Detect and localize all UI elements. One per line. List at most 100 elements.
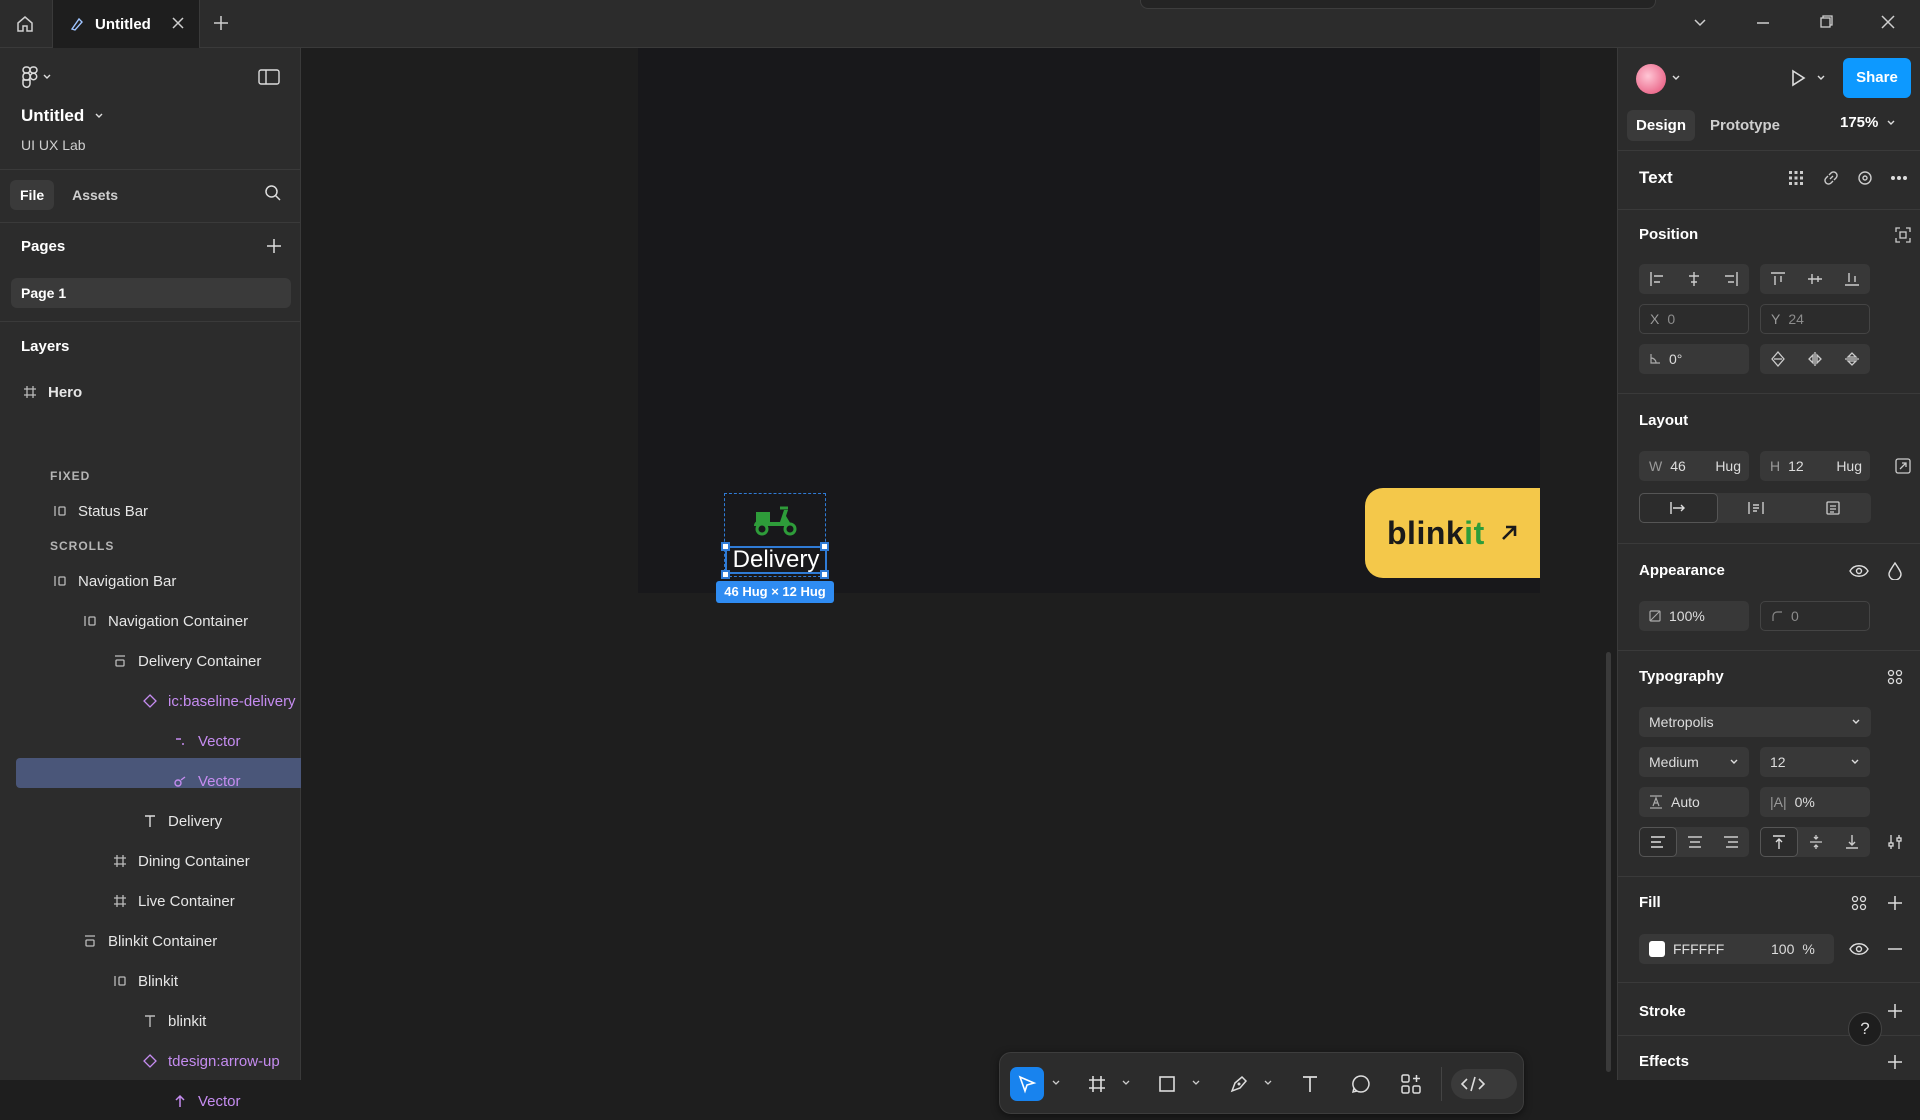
help-button[interactable]: ? [1848, 1012, 1882, 1046]
rotate-icon[interactable] [1760, 344, 1797, 374]
text-valign-top-icon[interactable] [1760, 827, 1798, 857]
dev-mode-icon[interactable] [1460, 1075, 1486, 1093]
layer-row[interactable]: Navigation Container [82, 602, 248, 640]
constraints-icon[interactable] [1888, 220, 1918, 250]
chevron-down-icon[interactable] [1816, 74, 1826, 82]
avatar[interactable] [1636, 64, 1666, 94]
chevron-down-icon[interactable] [1122, 1080, 1130, 1086]
fill-field[interactable]: FFFFFF 100 % [1639, 934, 1834, 964]
font-size-select[interactable]: 12 [1760, 747, 1870, 777]
text-align-right-icon[interactable] [1713, 827, 1749, 857]
plus-icon[interactable] [212, 14, 230, 32]
chevron-down-icon[interactable] [1192, 1080, 1200, 1086]
move-tool-icon[interactable] [1010, 1067, 1044, 1101]
resize-handle[interactable] [820, 542, 829, 551]
restore-icon[interactable] [1818, 14, 1834, 30]
resize-to-fit-icon[interactable] [1888, 451, 1918, 481]
file-tab[interactable]: Untitled [52, 0, 200, 48]
zoom-control[interactable]: 175% [1840, 114, 1896, 131]
align-top-icon[interactable] [1760, 264, 1797, 294]
layer-row[interactable]: Dining Container [112, 842, 250, 880]
flip-horizontal-icon[interactable] [1797, 344, 1834, 374]
align-bottom-icon[interactable] [1833, 264, 1870, 294]
page-item[interactable]: Page 1 [11, 278, 291, 308]
home-icon[interactable] [12, 12, 38, 36]
more-icon[interactable] [1884, 163, 1914, 193]
layer-row[interactable]: Blinkit Container [82, 922, 217, 960]
letter-spacing-field[interactable]: |A| 0% [1760, 787, 1870, 817]
scooter-icon[interactable] [752, 502, 800, 536]
layer-row-selected[interactable]: Delivery [142, 802, 222, 840]
fill-swatch[interactable] [1649, 941, 1665, 957]
team-name[interactable]: UI UX Lab [21, 137, 86, 153]
share-button[interactable]: Share [1843, 58, 1911, 98]
resize-handle[interactable] [820, 570, 829, 579]
auto-width-icon[interactable] [1639, 493, 1718, 523]
tab-file[interactable]: File [10, 180, 55, 210]
add-page-icon[interactable] [266, 238, 282, 254]
text-styles-icon[interactable] [1880, 662, 1910, 692]
chevron-down-icon[interactable] [1671, 74, 1681, 82]
rotation-field[interactable]: 0° [1639, 344, 1749, 374]
eye-icon[interactable] [1844, 934, 1874, 964]
text-tool-icon[interactable] [1293, 1067, 1327, 1101]
minimize-icon[interactable] [1755, 14, 1771, 30]
w-mode[interactable]: Hug [1715, 458, 1741, 474]
file-name[interactable]: Untitled [21, 106, 104, 126]
text-align-center-icon[interactable] [1677, 827, 1713, 857]
tab-design[interactable]: Design [1627, 110, 1696, 141]
pen-tool-icon[interactable] [1222, 1067, 1256, 1101]
add-effect-icon[interactable] [1880, 1047, 1910, 1077]
align-left-icon[interactable] [1639, 264, 1676, 294]
layer-row[interactable]: Vector [172, 722, 241, 760]
align-right-icon[interactable] [1712, 264, 1749, 294]
close-icon[interactable] [171, 16, 185, 30]
remove-fill-icon[interactable] [1880, 934, 1910, 964]
eye-icon[interactable] [1844, 556, 1874, 586]
fill-opacity-value[interactable]: 100 [1771, 941, 1794, 957]
fill-hex-value[interactable]: FFFFFF [1673, 941, 1763, 957]
font-family-select[interactable]: Metropolis [1639, 707, 1871, 737]
blend-mode-icon[interactable] [1880, 556, 1910, 586]
y-field[interactable]: Y 24 [1760, 304, 1870, 334]
width-field[interactable]: W 46 Hug [1639, 451, 1749, 481]
layer-row[interactable]: Hero [22, 373, 82, 411]
rectangle-tool-icon[interactable] [1150, 1067, 1184, 1101]
layer-row[interactable]: Navigation Bar [52, 562, 176, 600]
resize-handle[interactable] [721, 570, 730, 579]
layer-row[interactable]: Blinkit [112, 962, 178, 1000]
h-mode[interactable]: Hug [1836, 458, 1862, 474]
layer-row[interactable]: Vector [172, 1082, 241, 1120]
line-height-field[interactable]: Auto [1639, 787, 1749, 817]
add-fill-icon[interactable] [1880, 888, 1910, 918]
blinkit-button[interactable]: blinkit [1365, 488, 1540, 578]
actions-icon[interactable] [1394, 1067, 1428, 1101]
window-close-icon[interactable] [1880, 14, 1896, 30]
sidebar-toggle-icon[interactable] [258, 68, 280, 86]
title-search-bar[interactable] [1140, 0, 1656, 9]
color-styles-icon[interactable] [1844, 888, 1874, 918]
resize-handle[interactable] [721, 542, 730, 551]
link-icon[interactable] [1816, 163, 1846, 193]
style-icon[interactable] [1850, 163, 1880, 193]
font-weight-select[interactable]: Medium [1639, 747, 1749, 777]
auto-height-icon[interactable] [1718, 493, 1795, 523]
canvas[interactable]: Delivery 46 Hug × 12 Hug blinkit [302, 48, 1616, 1114]
canvas-scrollbar[interactable] [1606, 652, 1611, 1072]
tab-assets[interactable]: Assets [62, 180, 128, 210]
height-field[interactable]: H 12 Hug [1760, 451, 1870, 481]
add-stroke-icon[interactable] [1880, 996, 1910, 1026]
layer-row[interactable]: Status Bar [52, 492, 148, 530]
text-align-left-icon[interactable] [1639, 827, 1677, 857]
layer-row[interactable]: Vector [172, 762, 241, 800]
tab-prototype[interactable]: Prototype [1701, 110, 1789, 141]
chevron-down-icon[interactable] [1692, 14, 1708, 30]
chevron-down-icon[interactable] [1264, 1080, 1272, 1086]
main-menu-button[interactable] [22, 66, 52, 88]
search-icon[interactable] [264, 184, 282, 202]
present-play-icon[interactable] [1788, 68, 1808, 88]
fixed-size-icon[interactable] [1794, 493, 1871, 523]
chevron-down-icon[interactable] [1052, 1080, 1060, 1086]
type-settings-icon[interactable] [1880, 827, 1910, 857]
layer-row[interactable]: tdesign:arrow-up [142, 1042, 280, 1080]
